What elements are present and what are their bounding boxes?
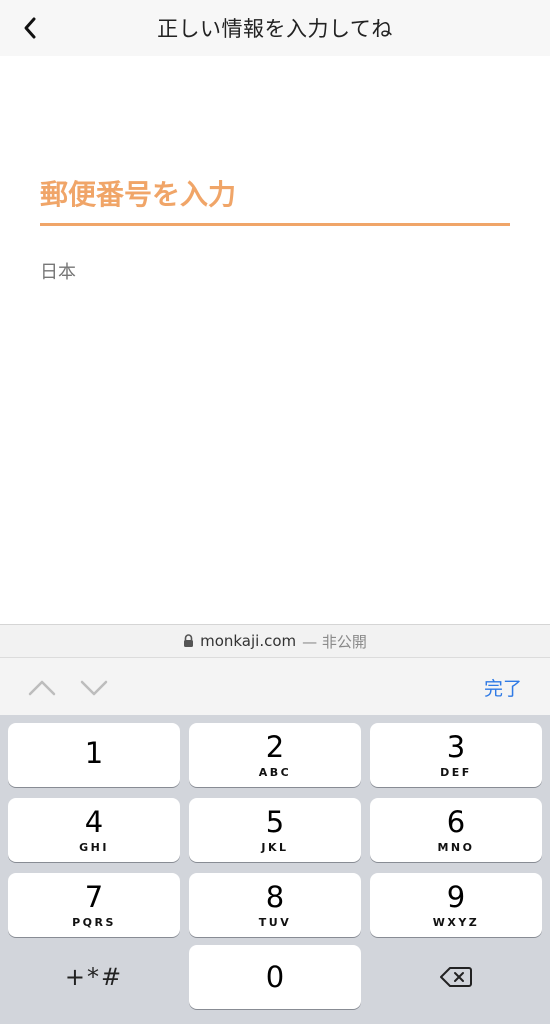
key-3[interactable]: 3 DEF [370, 723, 542, 787]
done-button[interactable]: 完了 [484, 674, 522, 701]
key-4[interactable]: 4 GHI [8, 798, 180, 862]
postal-code-field [40, 178, 510, 226]
lock-icon [184, 634, 194, 647]
key-digit: 3 [446, 729, 466, 764]
key-digit: 9 [446, 879, 466, 914]
key-0[interactable]: 0 [189, 945, 361, 1009]
key-letters: WXYZ [432, 915, 480, 929]
backspace-icon [440, 967, 472, 987]
key-digit: 7 [84, 879, 104, 914]
key-digit: 4 [84, 804, 104, 839]
key-digit: 2 [265, 729, 285, 764]
key-letters: PQRS [72, 915, 116, 929]
key-5[interactable]: 5 JKL [189, 798, 361, 862]
nav-header: 正しい情報を入力してね [0, 0, 550, 56]
key-9[interactable]: 9 WXYZ [370, 873, 542, 937]
key-7[interactable]: 7 PQRS [8, 873, 180, 937]
chevron-down-icon[interactable] [78, 674, 110, 700]
input-underline [40, 223, 510, 226]
url-domain: monkaji.com [200, 632, 297, 650]
back-button[interactable] [12, 10, 48, 46]
key-letters: JKL [261, 840, 289, 854]
key-letters: GHI [79, 840, 109, 854]
url-privacy-note: — 非公開 [302, 632, 367, 651]
country-label: 日本 [40, 262, 76, 283]
symbols-key[interactable]: +*# [8, 945, 180, 1009]
keyboard-accessory-bar: 完了 [0, 657, 550, 716]
chevron-left-icon [24, 17, 36, 39]
key-8[interactable]: 8 TUV [189, 873, 361, 937]
key-2[interactable]: 2 ABC [189, 723, 361, 787]
key-digit: 6 [446, 804, 466, 839]
key-digit: 0 [265, 960, 285, 994]
key-letters: DEF [440, 765, 472, 779]
key-letters: MNO [437, 840, 475, 854]
key-digit: 8 [265, 879, 285, 914]
browser-url-bar[interactable]: monkaji.com — 非公開 [0, 624, 550, 657]
key-digit: 5 [265, 804, 285, 839]
key-1[interactable]: 1 [8, 723, 180, 787]
page-title: 正しい情報を入力してね [157, 17, 393, 41]
delete-key[interactable] [370, 945, 542, 1009]
key-digit: 1 [84, 736, 104, 770]
key-letters: TUV [258, 915, 292, 929]
chevron-up-icon[interactable] [26, 674, 58, 700]
key-6[interactable]: 6 MNO [370, 798, 542, 862]
postal-code-input[interactable] [40, 178, 510, 223]
numeric-keypad: 1 2 ABC 3 DEF 4 GHI 5 JKL 6 MNO 7 PQRS 8… [0, 715, 550, 1024]
symbols-label: +*# [64, 963, 124, 991]
key-letters: ABC [258, 765, 292, 779]
